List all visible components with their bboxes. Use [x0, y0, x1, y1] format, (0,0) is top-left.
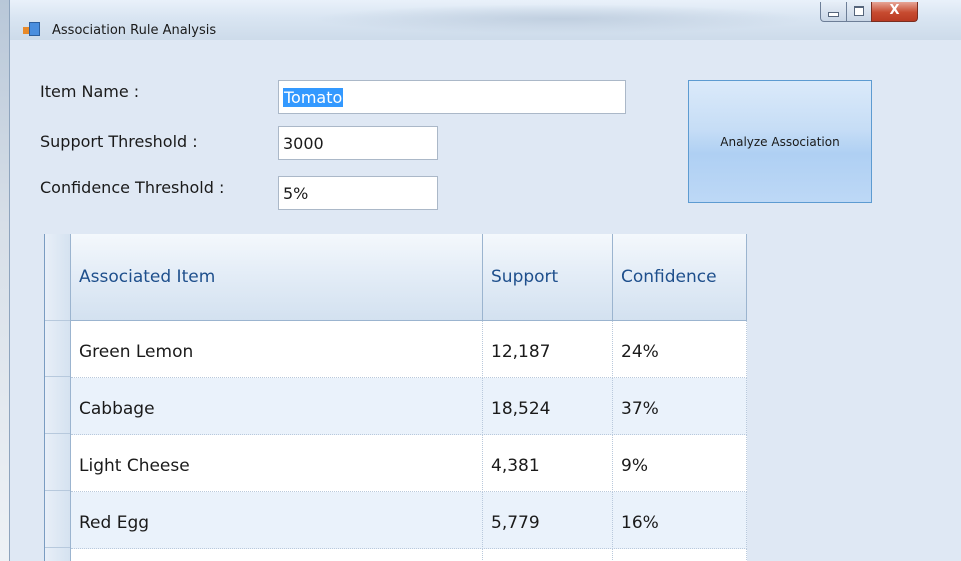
row-header-cell[interactable]	[45, 491, 70, 548]
caption-buttons: X	[820, 2, 960, 24]
row-header-column	[45, 234, 71, 561]
cell-support[interactable]: 18,524	[483, 378, 613, 435]
cell-associated-item[interactable]: Cabbage	[71, 378, 483, 435]
close-button[interactable]: X	[871, 2, 918, 22]
row-header-cell[interactable]	[45, 434, 70, 491]
cell-confidence[interactable]: 16%	[613, 492, 747, 549]
row-header-cell[interactable]	[45, 320, 70, 377]
cell-confidence[interactable]: 37%	[613, 378, 747, 435]
support-threshold-label: Support Threshold :	[40, 132, 198, 151]
cell-associated-item[interactable]: Red Egg	[71, 492, 483, 549]
column-header-support[interactable]: Support	[483, 234, 613, 320]
app-icon	[23, 21, 40, 37]
minimize-button[interactable]	[820, 2, 847, 22]
analyze-association-button[interactable]: Analyze Association	[688, 80, 872, 203]
cell-associated-item[interactable]: Light Cheese	[71, 435, 483, 492]
cell-associated-item[interactable]: Green Lemon	[71, 321, 483, 378]
cell-confidence[interactable]: 9%	[613, 435, 747, 492]
desktop-background	[0, 0, 9, 561]
close-icon: X	[889, 3, 900, 18]
form-client-area: Item Name : Tomato Support Threshold : 3…	[10, 40, 961, 561]
app-window: Association Rule Analysis X Item Name : …	[9, 0, 961, 561]
item-name-input[interactable]: Tomato	[278, 80, 626, 114]
item-name-label: Item Name :	[40, 82, 140, 101]
maximize-button[interactable]	[846, 2, 872, 22]
top-left-header-cell[interactable]	[45, 234, 70, 321]
table-row[interactable]: Green Lemon 12,187 24%	[71, 321, 747, 378]
column-header-associated-item[interactable]: Associated Item	[71, 234, 483, 320]
table-row-partial[interactable]	[71, 549, 747, 561]
confidence-threshold-input[interactable]: 5%	[278, 176, 438, 210]
table-row[interactable]: Light Cheese 4,381 9%	[71, 435, 747, 492]
confidence-threshold-label: Confidence Threshold :	[40, 178, 225, 197]
table-row[interactable]: Cabbage 18,524 37%	[71, 378, 747, 435]
column-header-confidence[interactable]: Confidence	[613, 234, 747, 320]
results-grid[interactable]: Associated Item Support Confidence Green…	[44, 234, 747, 561]
row-header-cell[interactable]	[45, 377, 70, 434]
support-threshold-input[interactable]: 3000	[278, 126, 438, 160]
maximize-icon	[854, 6, 864, 16]
cell-confidence[interactable]: 24%	[613, 321, 747, 378]
title-bar[interactable]: Association Rule Analysis X	[10, 0, 961, 41]
table-row[interactable]: Red Egg 5,779 16%	[71, 492, 747, 549]
cell-support[interactable]: 4,381	[483, 435, 613, 492]
item-name-selected-text: Tomato	[283, 88, 344, 107]
cell-support[interactable]: 12,187	[483, 321, 613, 378]
cell-support[interactable]: 5,779	[483, 492, 613, 549]
minimize-icon	[828, 12, 839, 17]
window-title: Association Rule Analysis	[52, 23, 217, 38]
